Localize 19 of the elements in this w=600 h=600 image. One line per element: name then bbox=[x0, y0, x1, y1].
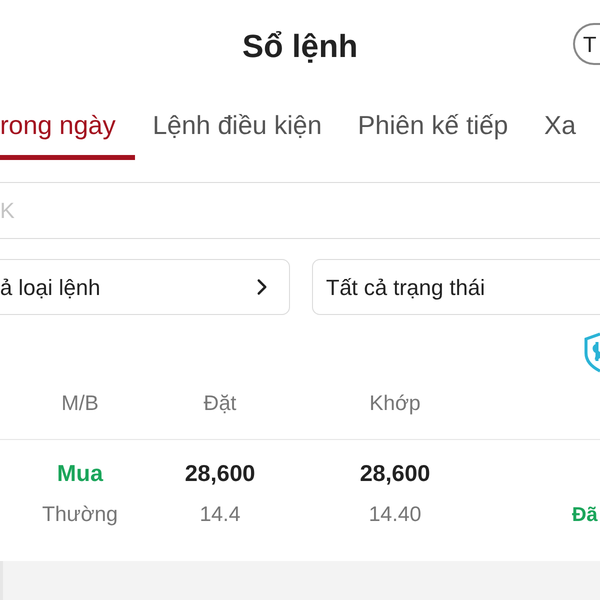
column-header: Khớp bbox=[368, 391, 422, 418]
table-cell-text: 14.40 bbox=[368, 502, 422, 528]
table-cell-text: Mua bbox=[56, 458, 104, 488]
filter-dropdown[interactable]: ả loại lệnh bbox=[0, 259, 290, 315]
table-cell-text: 28,600 bbox=[184, 458, 256, 488]
table-cell-text: Thường bbox=[41, 502, 119, 528]
column-header: M/B bbox=[60, 391, 100, 418]
table-cell-text: 14.4 bbox=[198, 502, 242, 528]
page-title: Sổ lệnh bbox=[242, 27, 358, 66]
header-button[interactable]: T bbox=[573, 23, 600, 65]
filter-dropdown[interactable]: Tất cả trạng thái bbox=[312, 259, 600, 315]
tab[interactable]: Phiên kế tiếp bbox=[340, 92, 526, 160]
tab[interactable]: rong ngày bbox=[0, 92, 135, 160]
table-cell-text: 28,600 bbox=[358, 458, 432, 488]
column-header: Đặt bbox=[202, 391, 238, 418]
table-cell-text: Đã bbox=[572, 503, 598, 528]
tab[interactable]: Lệnh điều kiện bbox=[134, 92, 340, 160]
search-field[interactable]: K bbox=[0, 183, 600, 238]
tab[interactable]: Xa bbox=[526, 92, 594, 160]
